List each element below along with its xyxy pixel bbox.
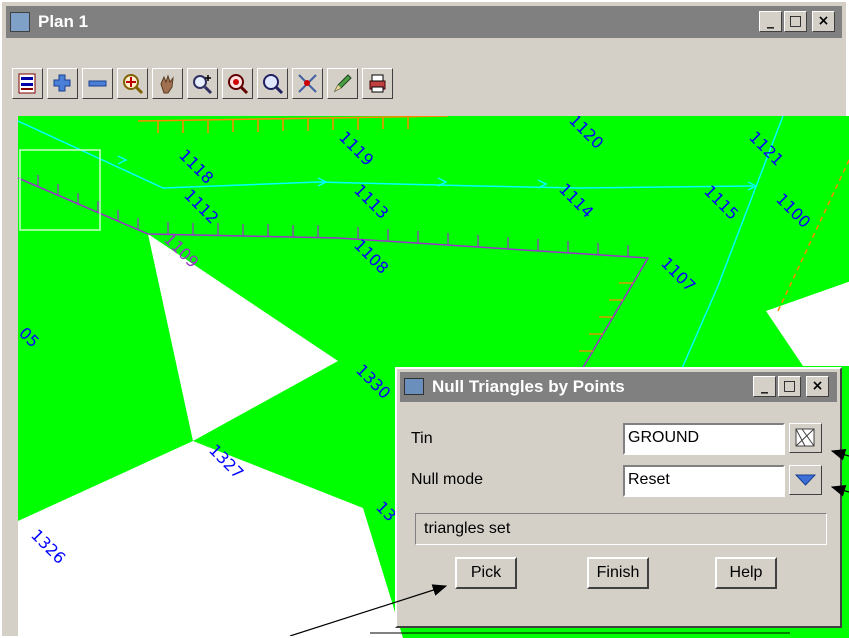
dialog-maximize-button[interactable]: □ [778,376,801,397]
hand-icon [160,74,174,94]
tin-pick-button[interactable] [789,423,822,453]
label-1107: 1107 [657,253,699,295]
dialog-minimize-button[interactable]: _ [753,376,776,397]
plus-icon [53,74,71,92]
label-1112: 1112 [180,185,222,227]
label-05: 05 [18,323,43,351]
zoom-window-button[interactable] [187,68,218,99]
orange-side-ticks [579,282,633,352]
label-1330: 1330 [352,360,394,402]
plan-window-title: Plan 1 [38,12,89,31]
magnifier-target-icon [123,74,144,95]
zoom-point-button[interactable] [222,68,253,99]
label-1121: 1121 [745,127,787,169]
finish-button[interactable]: Finish [587,557,649,589]
help-button[interactable]: Help [715,557,777,589]
printer-icon [369,74,386,93]
magnifier-icon [263,74,284,95]
label-1113: 1113 [350,180,392,222]
plan-menu-button[interactable] [12,68,43,99]
label-1100: 1100 [772,189,814,231]
pick-button[interactable]: Pick [455,557,517,589]
label-1114: 1114 [555,179,597,221]
null-mode-field[interactable]: Reset [623,465,785,497]
plan-list-icon [18,73,36,94]
purple-string [18,177,650,377]
label-1119: 1119 [335,127,377,169]
pencil-icon [333,74,352,93]
null-triangles-dialog: Null Triangles by Points _ □ × Tin GROUN… [395,367,842,628]
nulled-region-bottom [18,441,403,638]
plan-window-icon [10,12,30,32]
tin-field[interactable]: GROUND [623,423,785,455]
plan-title-bar[interactable]: Plan 1 _ □ × [6,6,842,38]
plot-button[interactable] [362,68,393,99]
dialog-close-button[interactable]: × [806,376,829,397]
minimize-button[interactable]: _ [759,11,782,32]
zoom-out-button[interactable] [82,68,113,99]
pan-button[interactable] [152,68,183,99]
null-mode-dropdown-button[interactable] [789,465,822,495]
dialog-title-bar[interactable]: Null Triangles by Points _ □ × [400,372,837,402]
dialog-title: Null Triangles by Points [432,377,625,396]
tin-select-icon [795,428,815,447]
close-button[interactable]: × [812,11,835,32]
cyan-string [18,120,754,189]
status-bar: triangles set [415,513,827,545]
plan-window: Plan 1 _ □ × 1118 1119 1120 1121 1112 11… [0,0,849,638]
nulled-triangle [148,234,338,441]
maximize-button[interactable]: □ [784,11,807,32]
cursor-toggle-button[interactable] [292,68,323,99]
null-mode-label: Null mode [411,471,484,488]
magnifier-red-icon [228,74,249,95]
zoom-extent-button[interactable] [117,68,148,99]
label-1118: 1118 [175,145,217,187]
zoom-in-button[interactable] [47,68,78,99]
orange-top-string [137,116,449,122]
magnifier-plus-icon [193,75,213,95]
label-1120: 1120 [565,116,607,153]
crosshair-icon [298,74,317,93]
chevron-down-icon [794,474,817,486]
dialog-window-icon [404,378,424,395]
zoom-previous-button[interactable] [257,68,288,99]
pick-box [19,149,101,231]
pick-ops-button[interactable] [327,68,358,99]
label-1115: 1115 [700,181,742,223]
minus-icon [88,80,107,87]
tin-label: Tin [411,430,433,447]
